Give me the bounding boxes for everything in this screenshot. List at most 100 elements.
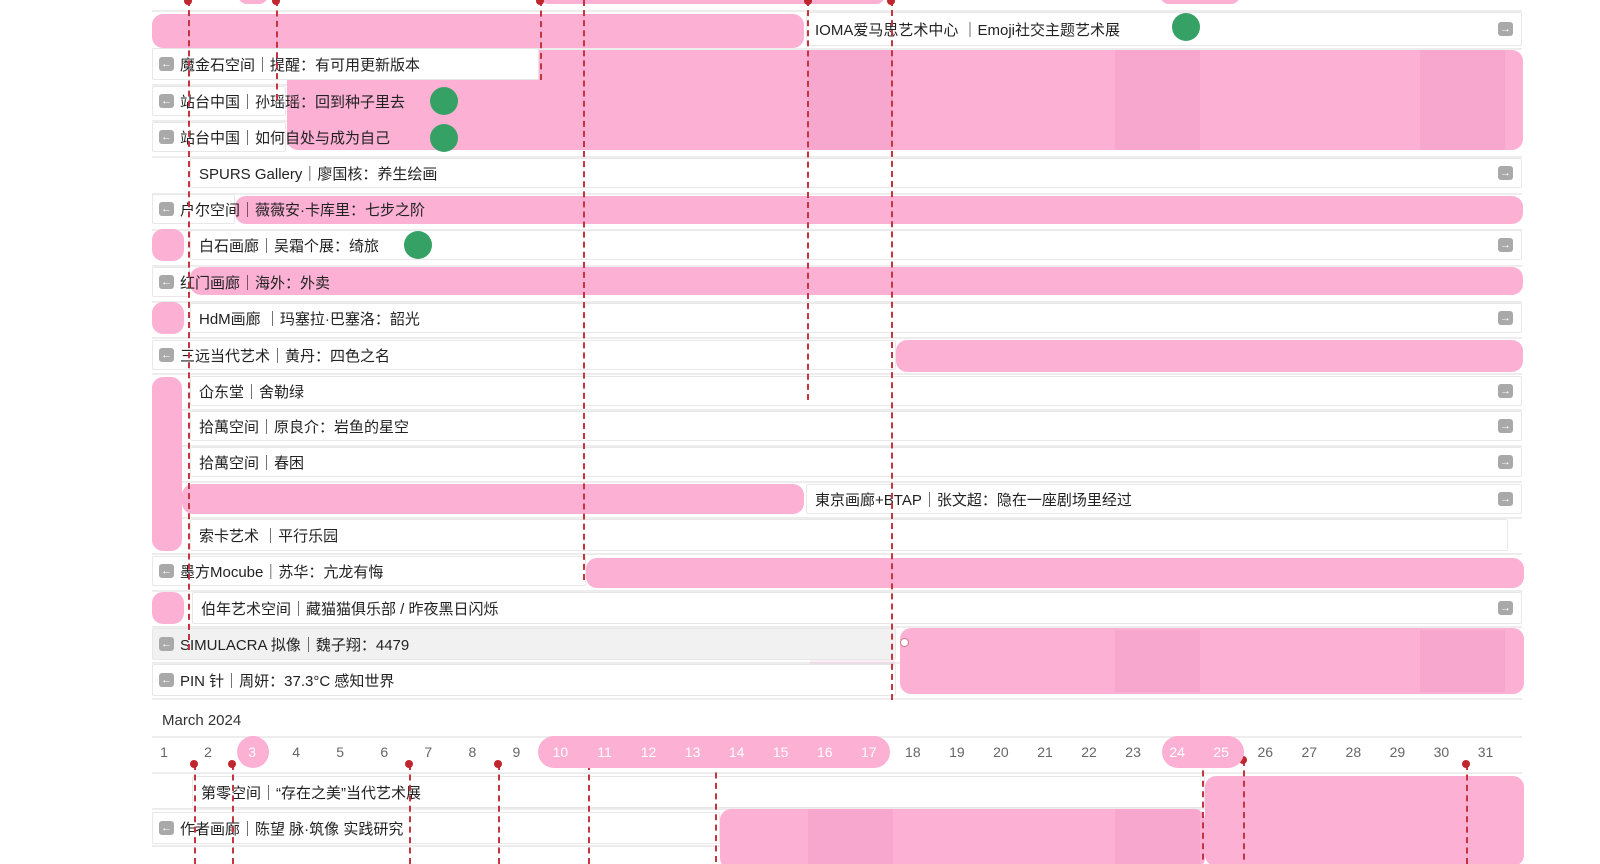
day-20[interactable]: 20 (979, 742, 1023, 762)
day-3[interactable]: 3 (230, 742, 274, 762)
arrow-right-square-icon[interactable]: → (1498, 455, 1513, 469)
arrow-left-square-icon[interactable]: ← (159, 57, 174, 71)
day-18[interactable]: 18 (891, 742, 935, 762)
exhibition-card-shiwan-1[interactable]: 拾萬空间｜原良介：岩鱼的星空 → (190, 411, 1522, 441)
day-10[interactable]: 10 (538, 742, 582, 762)
exhibition-timeline: IOMA爱马思艺术中心 ｜Emoji社交主题艺术展 → ← 魔金石空间｜提醒：有可用更… (0, 0, 1600, 864)
date-marker-pin[interactable] (184, 0, 192, 5)
arrow-left-square-icon[interactable]: ← (159, 564, 174, 578)
date-marker-line (540, 0, 542, 80)
date-marker-pin[interactable] (804, 0, 812, 5)
arrow-left-square-icon[interactable]: ← (159, 130, 174, 144)
arrow-left-square-icon[interactable]: ← (159, 202, 174, 216)
exhibition-bar[interactable] (235, 196, 1523, 224)
exhibition-bar[interactable] (152, 14, 804, 48)
day-17[interactable]: 17 (847, 742, 891, 762)
exhibition-card-zhongdong[interactable]: 仚东堂｜舍勒绿 → (190, 376, 1522, 406)
exhibition-card-zhantai-1[interactable]: ← 站台中国｜孙瑶瑶：回到种子里去 (152, 86, 405, 116)
exhibition-bar[interactable] (182, 484, 804, 514)
day-14[interactable]: 14 (715, 742, 759, 762)
exhibition-card-mofang[interactable]: ← 墨方Mocube｜苏华：亢龙有悔 (152, 556, 586, 586)
day-19[interactable]: 19 (935, 742, 979, 762)
exhibition-bar[interactable] (152, 229, 184, 261)
arrow-right-square-icon[interactable]: → (1498, 311, 1513, 325)
arrow-right-square-icon[interactable]: → (1498, 419, 1513, 433)
day-16[interactable]: 16 (803, 742, 847, 762)
date-marker-pin[interactable] (272, 0, 280, 5)
day-4[interactable]: 4 (274, 742, 318, 762)
arrow-right-square-icon[interactable]: → (1498, 601, 1513, 615)
exhibition-card-baishi[interactable]: 白石画廊｜吴霜个展：绮旅 → (190, 230, 1522, 260)
day-13[interactable]: 13 (671, 742, 715, 762)
exhibition-bar[interactable] (1160, 0, 1240, 4)
arrow-right-square-icon[interactable]: → (1498, 384, 1513, 398)
day-31[interactable]: 31 (1464, 742, 1508, 762)
day-11[interactable]: 11 (583, 742, 627, 762)
day-28[interactable]: 28 (1331, 742, 1375, 762)
exhibition-bar[interactable] (238, 0, 268, 4)
date-marker-handle[interactable] (900, 638, 909, 647)
day-8[interactable]: 8 (450, 742, 494, 762)
exhibition-card-shiwan-2[interactable]: 拾萬空间｜春困 → (190, 447, 1522, 477)
exhibition-card-pin[interactable]: ← PIN 针｜周妍：37.3°C 感知世界 (152, 664, 896, 696)
exhibition-card-simulacra[interactable]: ← SIMULACRA 拟像｜魏子翔：4479 (152, 628, 896, 660)
arrow-right-square-icon[interactable]: → (1498, 166, 1513, 180)
day-15[interactable]: 15 (759, 742, 803, 762)
day-25[interactable]: 25 (1199, 742, 1243, 762)
day-21[interactable]: 21 (1023, 742, 1067, 762)
day-12[interactable]: 12 (627, 742, 671, 762)
date-marker-pin[interactable] (887, 0, 895, 5)
exhibition-card-zhantai-2[interactable]: ← 站台中国｜如何自处与成为自己 (152, 122, 390, 152)
exhibition-bar[interactable] (1205, 776, 1524, 864)
arrow-left-square-icon[interactable]: ← (159, 94, 174, 108)
arrow-left-square-icon[interactable]: ← (159, 673, 174, 687)
arrow-right-square-icon[interactable]: → (1498, 492, 1513, 506)
exhibition-card-dongjing[interactable]: 東京画廊+BTAP｜张文超：隐在一座剧场里经过 → (806, 484, 1522, 514)
day-22[interactable]: 22 (1067, 742, 1111, 762)
exhibition-card-hongmen[interactable]: ← 红门画廊｜海外：外卖 (152, 267, 330, 297)
day-1[interactable]: 1 (142, 742, 186, 762)
day-6[interactable]: 6 (362, 742, 406, 762)
arrow-right-square-icon[interactable]: → (1498, 238, 1513, 252)
exhibition-card-ioma[interactable]: IOMA爱马思艺术中心 ｜Emoji社交主题艺术展 → (806, 12, 1522, 46)
calendar-month-title: March 2024 (162, 712, 242, 729)
arrow-left-square-icon[interactable]: ← (159, 821, 174, 835)
date-marker-pin[interactable] (536, 0, 544, 5)
exhibition-card-suoka[interactable]: 索卡艺术 ｜平行乐园 (190, 519, 1508, 551)
arrow-left-square-icon[interactable]: ← (159, 275, 174, 289)
day-7[interactable]: 7 (406, 742, 450, 762)
day-24[interactable]: 24 (1155, 742, 1199, 762)
exhibition-bar[interactable] (540, 0, 885, 4)
exhibition-card-spurs[interactable]: SPURS Gallery｜廖国核：养生绘画 → (190, 158, 1522, 188)
arrow-left-square-icon[interactable]: ← (159, 348, 174, 362)
exhibition-card-sanyuan[interactable]: ← 三远当代艺术｜黄丹：四色之名 (152, 340, 896, 370)
exhibition-card-mojinshi[interactable]: ← 魔金石空间｜提醒：有可用更新版本 (152, 48, 539, 80)
row-separator (152, 553, 1522, 555)
day-23[interactable]: 23 (1111, 742, 1155, 762)
exhibition-card-huer[interactable]: ← 户尔空间｜薇薇安·卡库里：七步之阶 (152, 194, 425, 224)
arrow-left-square-icon[interactable]: ← (159, 637, 174, 651)
exhibition-bar[interactable] (586, 558, 1524, 588)
exhibition-bar[interactable] (152, 302, 184, 334)
exhibition-bar[interactable] (896, 340, 1523, 372)
day-30[interactable]: 30 (1419, 742, 1463, 762)
exhibition-bar[interactable] (152, 592, 184, 624)
exhibition-bar[interactable] (152, 377, 182, 551)
day-26[interactable]: 26 (1243, 742, 1287, 762)
row-separator (152, 337, 1522, 339)
exhibition-card-zuozhe[interactable]: ← 作者画廊｜陈望 脉·筑像 实践研究 (152, 812, 720, 844)
exhibition-label: 墨方Mocube｜苏华：亢龙有悔 (180, 563, 384, 581)
exhibition-card-bonian[interactable]: 伯年艺术空间｜藏猫猫俱乐部 / 昨夜黑日闪烁 → (192, 592, 1522, 624)
day-9[interactable]: 9 (494, 742, 538, 762)
row-separator (152, 481, 1522, 483)
exhibition-card-hdm[interactable]: HdM画廊 ｜玛塞拉·巴塞洛：韶光 → (190, 303, 1522, 333)
day-29[interactable]: 29 (1375, 742, 1419, 762)
arrow-right-square-icon[interactable]: → (1498, 22, 1513, 36)
day-27[interactable]: 27 (1287, 742, 1331, 762)
exhibition-card-diling[interactable]: 第零空间｜“存在之美”当代艺术展 (192, 776, 1205, 808)
day-2[interactable]: 2 (186, 742, 230, 762)
exhibition-label: 拾萬空间｜春困 (199, 454, 305, 472)
day-5[interactable]: 5 (318, 742, 362, 762)
exhibition-bar[interactable] (190, 267, 1523, 295)
weekend-band (808, 50, 893, 150)
